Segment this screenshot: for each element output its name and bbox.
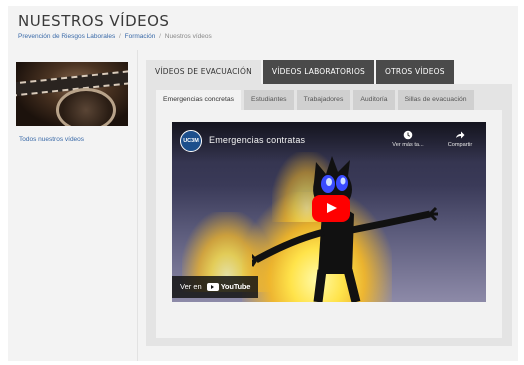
share-arrow-icon xyxy=(456,131,465,139)
play-button[interactable] xyxy=(312,195,350,222)
tab-panel: Emergencias concretas Estudiantes Trabaj… xyxy=(146,84,512,346)
watch-later-button[interactable]: Ver más ta... xyxy=(386,130,430,148)
breadcrumb-item-prevencion[interactable]: Prevención de Riesgos Laborales xyxy=(18,33,115,40)
tab-other-videos[interactable]: OTROS VÍDEOS xyxy=(376,60,454,84)
film-reel-thumbnail[interactable] xyxy=(16,62,128,126)
main-tabs: VÍDEOS DE EVACUACIÓN VÍDEOS LABORATORIOS… xyxy=(146,60,454,84)
watch-later-label: Ver más ta... xyxy=(392,142,424,148)
watch-on-label: Ver en xyxy=(180,282,202,291)
tab-evacuation-videos[interactable]: VÍDEOS DE EVACUACIÓN xyxy=(146,60,261,84)
subtab-audit[interactable]: Auditoría xyxy=(353,90,395,110)
all-videos-link[interactable]: Todos nuestros vídeos xyxy=(19,136,84,143)
subtab-students[interactable]: Estudiantes xyxy=(244,90,294,110)
video-title[interactable]: Emergencias contratas xyxy=(209,135,305,145)
sidebar: Todos nuestros vídeos xyxy=(8,50,138,361)
page-title: NUESTROS VÍDEOS xyxy=(18,12,170,30)
breadcrumb-item-current: Nuestros vídeos xyxy=(164,33,212,40)
subtab-evacuation-chairs[interactable]: Sillas de evacuación xyxy=(397,90,474,110)
cartoon-character-image xyxy=(252,156,438,302)
youtube-video-player[interactable]: UC3M Emergencias contratas Ver más ta...… xyxy=(172,122,486,302)
breadcrumb: Prevención de Riesgos Laborales / Formac… xyxy=(18,33,212,40)
videos-content: VÍDEOS DE EVACUACIÓN VÍDEOS LABORATORIOS… xyxy=(140,50,518,361)
film-reel-image xyxy=(56,88,116,126)
watch-on-youtube-button[interactable]: Ver en YouTube xyxy=(172,276,259,298)
tab-laboratory-videos[interactable]: VÍDEOS LABORATORIOS xyxy=(262,60,375,84)
youtube-logo: YouTube xyxy=(206,276,250,298)
share-label: Compartir xyxy=(447,142,473,148)
share-button[interactable]: Compartir xyxy=(440,130,480,148)
video-container: UC3M Emergencias contratas Ver más ta...… xyxy=(156,110,502,338)
channel-avatar[interactable]: UC3M xyxy=(180,130,202,152)
subtab-workers[interactable]: Trabajadores xyxy=(296,90,351,110)
sub-tabs: Emergencias concretas Estudiantes Trabaj… xyxy=(156,90,474,110)
youtube-play-icon xyxy=(206,283,219,291)
subtab-specific-emergencies[interactable]: Emergencias concretas xyxy=(156,90,242,110)
play-icon xyxy=(327,203,337,213)
breadcrumb-item-formacion[interactable]: Formación xyxy=(125,33,156,40)
clock-icon xyxy=(403,130,413,140)
